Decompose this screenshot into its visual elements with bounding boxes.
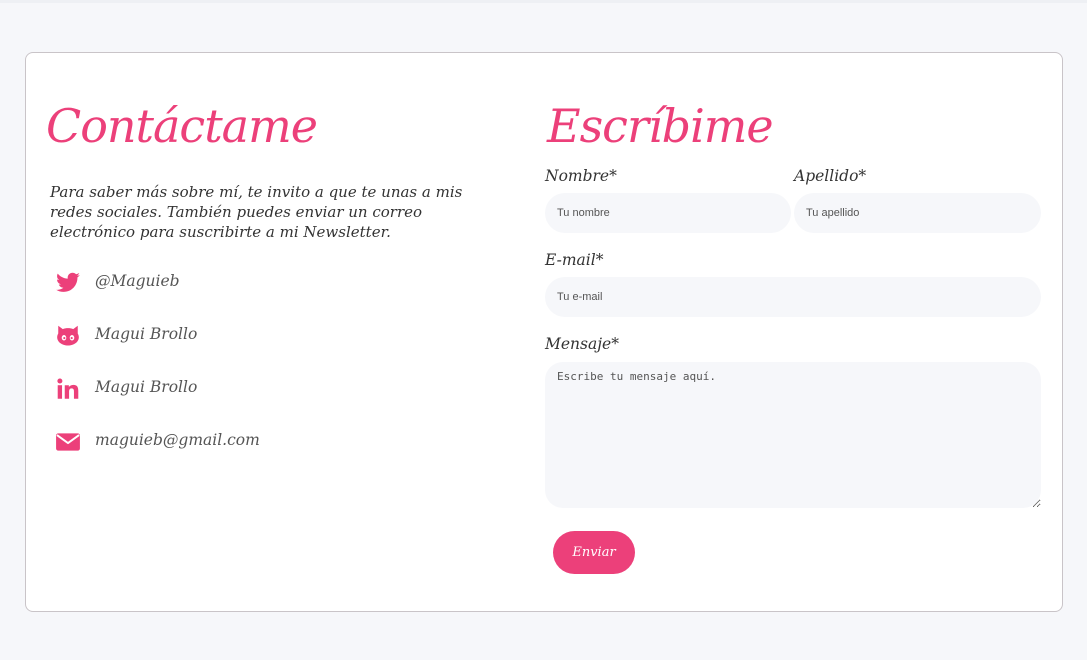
- first-name-input[interactable]: [545, 193, 791, 233]
- social-item-twitter[interactable]: @Maguieb: [55, 267, 495, 320]
- form-title: Escríbime: [547, 99, 774, 153]
- message-textarea[interactable]: [545, 362, 1041, 508]
- linkedin-icon: [55, 376, 81, 402]
- contact-title: Contáctame: [46, 99, 318, 153]
- send-button[interactable]: Enviar: [553, 531, 635, 574]
- email-label: E-mail*: [545, 251, 604, 269]
- social-label-linkedin: Magui Brollo: [95, 378, 198, 396]
- envelope-icon: [55, 429, 81, 455]
- social-label-github: Magui Brollo: [95, 325, 198, 343]
- last-name-label: Apellido*: [794, 167, 867, 185]
- top-strip: [0, 0, 1087, 3]
- social-item-email[interactable]: maguieb@gmail.com: [55, 426, 495, 479]
- message-label: Mensaje*: [545, 335, 619, 353]
- contact-intro: Para saber más sobre mí, te invito a que…: [50, 183, 463, 241]
- github-icon: [55, 323, 81, 349]
- social-item-linkedin[interactable]: Magui Brollo: [55, 373, 495, 426]
- first-name-label: Nombre*: [545, 167, 617, 185]
- email-input[interactable]: [545, 277, 1041, 317]
- social-item-github[interactable]: Magui Brollo: [55, 320, 495, 373]
- contact-card: Contáctame Para saber más sobre mí, te i…: [25, 52, 1063, 612]
- social-label-twitter: @Maguieb: [95, 272, 180, 290]
- last-name-input[interactable]: [794, 193, 1041, 233]
- twitter-icon: [55, 270, 81, 296]
- social-links-list: @Maguieb Magui Brollo Magui Brollo magui…: [55, 267, 495, 479]
- social-label-email: maguieb@gmail.com: [95, 431, 260, 449]
